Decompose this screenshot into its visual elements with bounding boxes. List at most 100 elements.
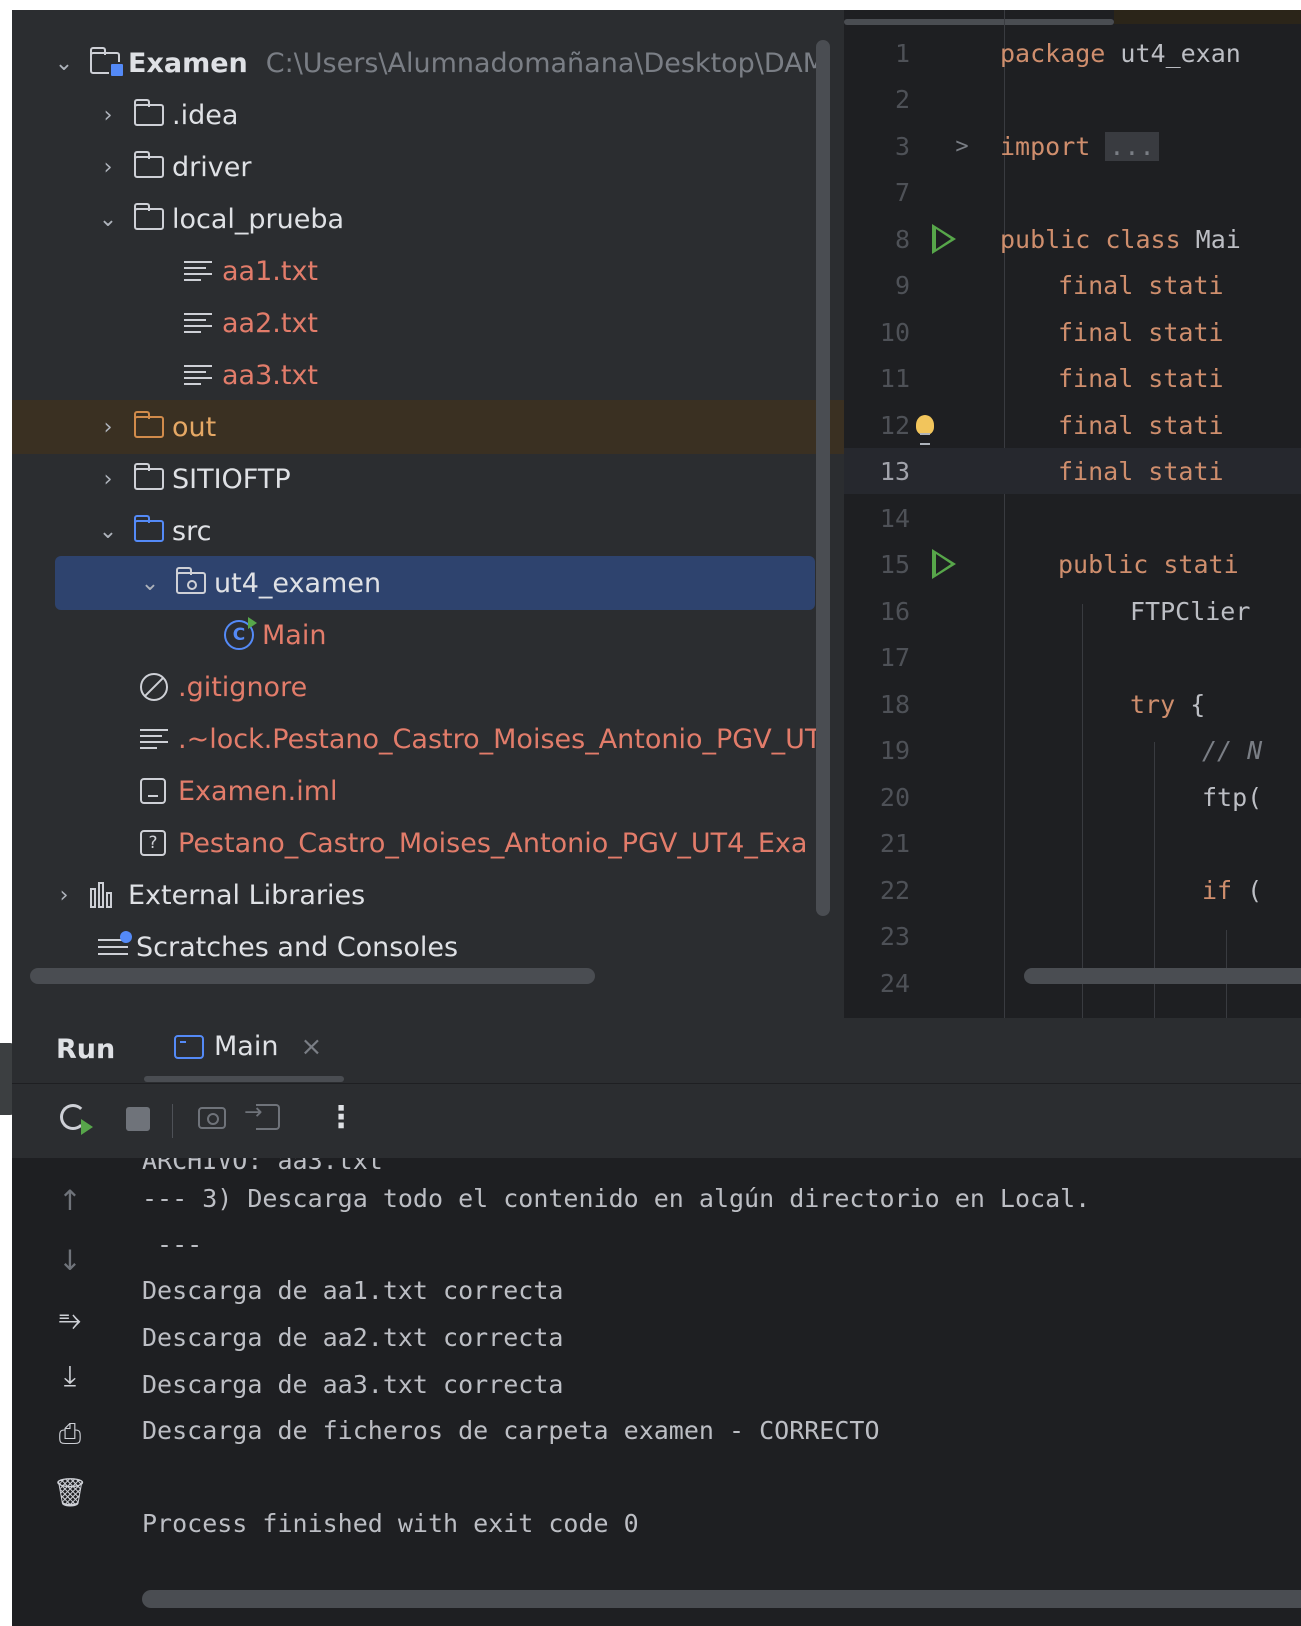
run-tab-main[interactable]: Main × — [174, 1031, 322, 1062]
tree-item-external-libraries[interactable]: › External Libraries — [12, 868, 844, 922]
attach-icon[interactable] — [244, 1100, 280, 1130]
code-text: FTPClier — [1130, 596, 1251, 626]
package-icon — [176, 567, 206, 594]
tree-item-idea[interactable]: › .idea — [12, 88, 844, 142]
code-line[interactable]: 10 final stati — [844, 309, 1301, 355]
line-number: 2 — [894, 84, 910, 114]
code-line[interactable]: 9 final stati — [844, 262, 1301, 308]
console-output[interactable]: ↑ ↓ ⥱ ⤓ ⎙ 🗑 ARCHIVO: aa3.txt --- 3) Desc… — [12, 1158, 1301, 1626]
chevron-down-icon[interactable]: ⌄ — [96, 207, 120, 232]
trash-icon[interactable]: 🗑 — [52, 1476, 88, 1509]
editor-horizontal-scrollbar[interactable] — [1024, 968, 1301, 984]
line-number: 20 — [879, 782, 910, 812]
folder-icon — [134, 99, 164, 126]
code-line[interactable]: 12 final stati — [844, 402, 1301, 448]
editor-scroll-indicator[interactable] — [844, 19, 1114, 25]
tree-vertical-scrollbar[interactable] — [816, 40, 830, 916]
tree-item-label: aa1.txt — [222, 255, 319, 287]
soft-wrap-icon[interactable]: ⥱ — [56, 1303, 84, 1336]
code-editor[interactable]: 1 package ut4_exan 2 3 > import ... 7 8 … — [844, 10, 1301, 1018]
code-line[interactable]: 23 — [844, 913, 1301, 959]
tree-root-examen[interactable]: ⌄ Examen C:\Users\Alumnadomañana\Desktop… — [12, 36, 844, 90]
code-line[interactable]: 22 if ( — [844, 867, 1301, 913]
chevron-right-icon[interactable]: › — [96, 155, 120, 180]
tree-item-local-prueba[interactable]: ⌄ local_prueba — [12, 192, 844, 246]
code-line[interactable]: 16 FTPClier — [844, 588, 1301, 634]
tree-item-ut4-examen[interactable]: ⌄ ut4_examen — [12, 556, 844, 610]
tree-item-aa2[interactable]: aa2.txt — [12, 296, 844, 350]
chevron-right-icon[interactable]: › — [96, 103, 120, 128]
code-line[interactable]: 2 — [844, 76, 1301, 122]
chevron-right-icon[interactable]: › — [96, 415, 120, 440]
tree-item-label: aa2.txt — [222, 307, 319, 339]
stop-icon[interactable] — [126, 1107, 150, 1131]
camera-icon[interactable] — [198, 1107, 226, 1129]
rerun-icon[interactable] — [60, 1104, 93, 1135]
code-line[interactable]: 15 public stati — [844, 541, 1301, 587]
tree-item-main[interactable]: C Main — [12, 608, 844, 662]
code-line[interactable]: 8 public class Mai — [844, 216, 1301, 262]
scroll-to-end-icon[interactable]: ⤓ — [56, 1359, 84, 1392]
tree-item-out[interactable]: › out — [12, 400, 844, 454]
code-line[interactable]: 14 — [844, 495, 1301, 541]
folded-imports[interactable]: ... — [1105, 131, 1159, 161]
code-line[interactable]: 18 try { — [844, 681, 1301, 727]
indent-guide — [1082, 604, 1083, 1018]
line-number: 24 — [879, 968, 910, 998]
code-text: try { — [1130, 690, 1205, 719]
tree-item-label: Main — [262, 619, 327, 651]
code-line[interactable]: 20 ftp( — [844, 774, 1301, 820]
code-text: final stati — [1058, 364, 1224, 393]
tree-item-label: src — [172, 515, 212, 547]
tree-item-examen-iml[interactable]: Examen.iml — [12, 764, 844, 818]
arrow-down-icon[interactable]: ↓ — [56, 1244, 84, 1277]
code-line[interactable]: 17 — [844, 634, 1301, 680]
chevron-down-icon[interactable]: ⌄ — [96, 519, 120, 544]
tree-item-aa1[interactable]: aa1.txt — [12, 244, 844, 298]
line-number: 1 — [894, 38, 910, 68]
code-line[interactable]: 7 — [844, 169, 1301, 215]
fold-chevron-icon[interactable]: > — [955, 134, 968, 159]
tree-horizontal-scrollbar[interactable] — [30, 968, 595, 984]
keyword: final stati — [1058, 456, 1224, 486]
tree-item-unknown-file[interactable]: ? Pestano_Castro_Moises_Antonio_PGV_UT4_… — [12, 816, 844, 870]
close-icon[interactable]: × — [300, 1032, 322, 1062]
tree-item-scratches[interactable]: Scratches and Consoles — [12, 920, 844, 974]
chevron-down-icon[interactable]: ⌄ — [52, 51, 76, 76]
chevron-right-icon[interactable]: › — [96, 467, 120, 492]
run-gutter-icon[interactable] — [932, 224, 956, 254]
toolbar-separator — [172, 1104, 173, 1138]
console-line: Descarga de aa2.txt correcta — [142, 1323, 564, 1352]
tree-item-label: .gitignore — [178, 671, 308, 703]
run-tab-label: Main — [214, 1031, 279, 1062]
tree-item-label: driver — [172, 151, 252, 183]
folder-icon — [134, 203, 164, 230]
code-line[interactable]: 21 — [844, 820, 1301, 866]
code-text: ftp( — [1202, 782, 1263, 812]
text-file-icon — [140, 729, 168, 749]
chevron-down-icon[interactable]: ⌄ — [138, 571, 162, 596]
tree-item-src[interactable]: ⌄ src — [12, 504, 844, 558]
run-gutter-icon[interactable] — [932, 549, 956, 579]
console-horizontal-scrollbar[interactable] — [142, 1590, 1301, 1608]
console-line: Descarga de ficheros de carpeta examen -… — [142, 1416, 880, 1445]
code-line[interactable]: 19 // N — [844, 727, 1301, 773]
tree-item-gitignore[interactable]: .gitignore — [12, 660, 844, 714]
code-line[interactable]: 3 > import ... — [844, 123, 1301, 169]
code-line-current[interactable]: 13 final stati — [844, 448, 1301, 494]
print-icon[interactable]: ⎙ — [56, 1417, 84, 1450]
text-file-icon — [184, 261, 212, 281]
code-line[interactable]: 11 final stati — [844, 355, 1301, 401]
lightbulb-icon[interactable] — [916, 415, 934, 445]
tree-item-aa3[interactable]: aa3.txt — [12, 348, 844, 402]
code-text: public class Mai — [1000, 225, 1241, 254]
tree-item-lock-file[interactable]: .~lock.Pestano_Castro_Moises_Antonio_PGV… — [12, 712, 844, 766]
tree-item-driver[interactable]: › driver — [12, 140, 844, 194]
more-options-icon[interactable]: ⋮ — [326, 1100, 356, 1135]
chevron-right-icon[interactable]: › — [52, 883, 76, 908]
keyword: public class — [1000, 224, 1181, 254]
tree-item-label: aa3.txt — [222, 359, 319, 391]
code-line[interactable]: 1 package ut4_exan — [844, 30, 1301, 76]
arrow-up-icon[interactable]: ↑ — [56, 1184, 84, 1217]
tree-item-sitioftp[interactable]: › SITIOFTP — [12, 452, 844, 506]
